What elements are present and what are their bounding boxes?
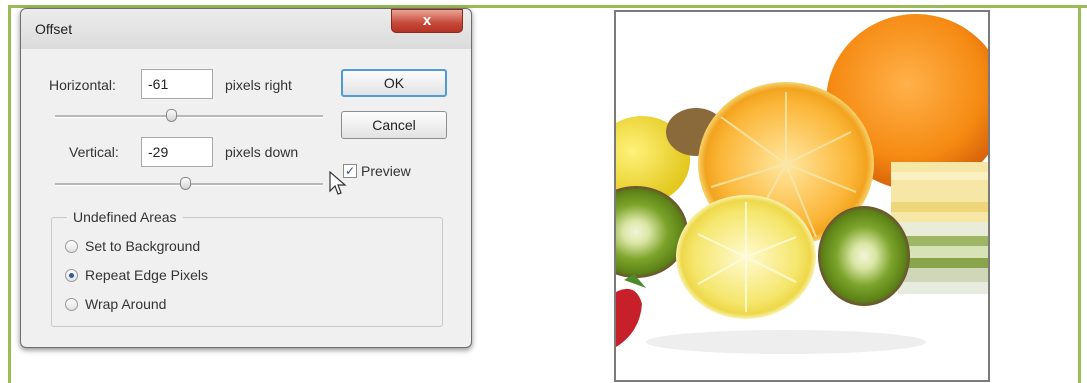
- dialog-title: Offset: [35, 21, 73, 37]
- horizontal-slider-thumb[interactable]: [166, 109, 177, 122]
- vertical-unit-label: pixels down: [225, 144, 299, 160]
- vertical-slider-thumb[interactable]: [180, 177, 191, 190]
- radio-set-to-background[interactable]: [65, 240, 78, 253]
- vertical-input[interactable]: -29: [141, 137, 213, 167]
- frame-left-border: [8, 5, 11, 383]
- cancel-button[interactable]: Cancel: [341, 111, 447, 139]
- radio-selected-dot: [69, 273, 74, 278]
- preview-label: Preview: [361, 163, 411, 179]
- mouse-pointer-icon: [329, 171, 347, 195]
- horizontal-input[interactable]: -61: [141, 69, 213, 99]
- offset-dialog: Offset x Horizontal: -61 pixels right Ve…: [20, 8, 472, 348]
- horizontal-label: Horizontal:: [49, 77, 116, 93]
- radio-label-repeat-edge-pixels: Repeat Edge Pixels: [85, 267, 208, 283]
- radio-label-wrap-around: Wrap Around: [85, 296, 167, 312]
- ok-button[interactable]: OK: [341, 69, 447, 97]
- radio-label-set-to-background: Set to Background: [85, 238, 201, 254]
- horizontal-slider-track[interactable]: [55, 115, 323, 118]
- radio-repeat-edge-pixels[interactable]: [65, 269, 78, 282]
- dialog-titlebar: Offset x: [21, 9, 471, 49]
- frame-right-border: [1078, 5, 1081, 383]
- undefined-areas-title: Undefined Areas: [67, 209, 183, 225]
- fruit-photo-icon: [616, 12, 988, 380]
- vertical-label: Vertical:: [69, 144, 119, 160]
- radio-wrap-around[interactable]: [65, 298, 78, 311]
- fruit-photo: [614, 10, 990, 382]
- close-button[interactable]: x: [391, 9, 463, 33]
- dialog-body: Horizontal: -61 pixels right Vertical: -…: [33, 49, 459, 339]
- horizontal-unit-label: pixels right: [225, 77, 292, 93]
